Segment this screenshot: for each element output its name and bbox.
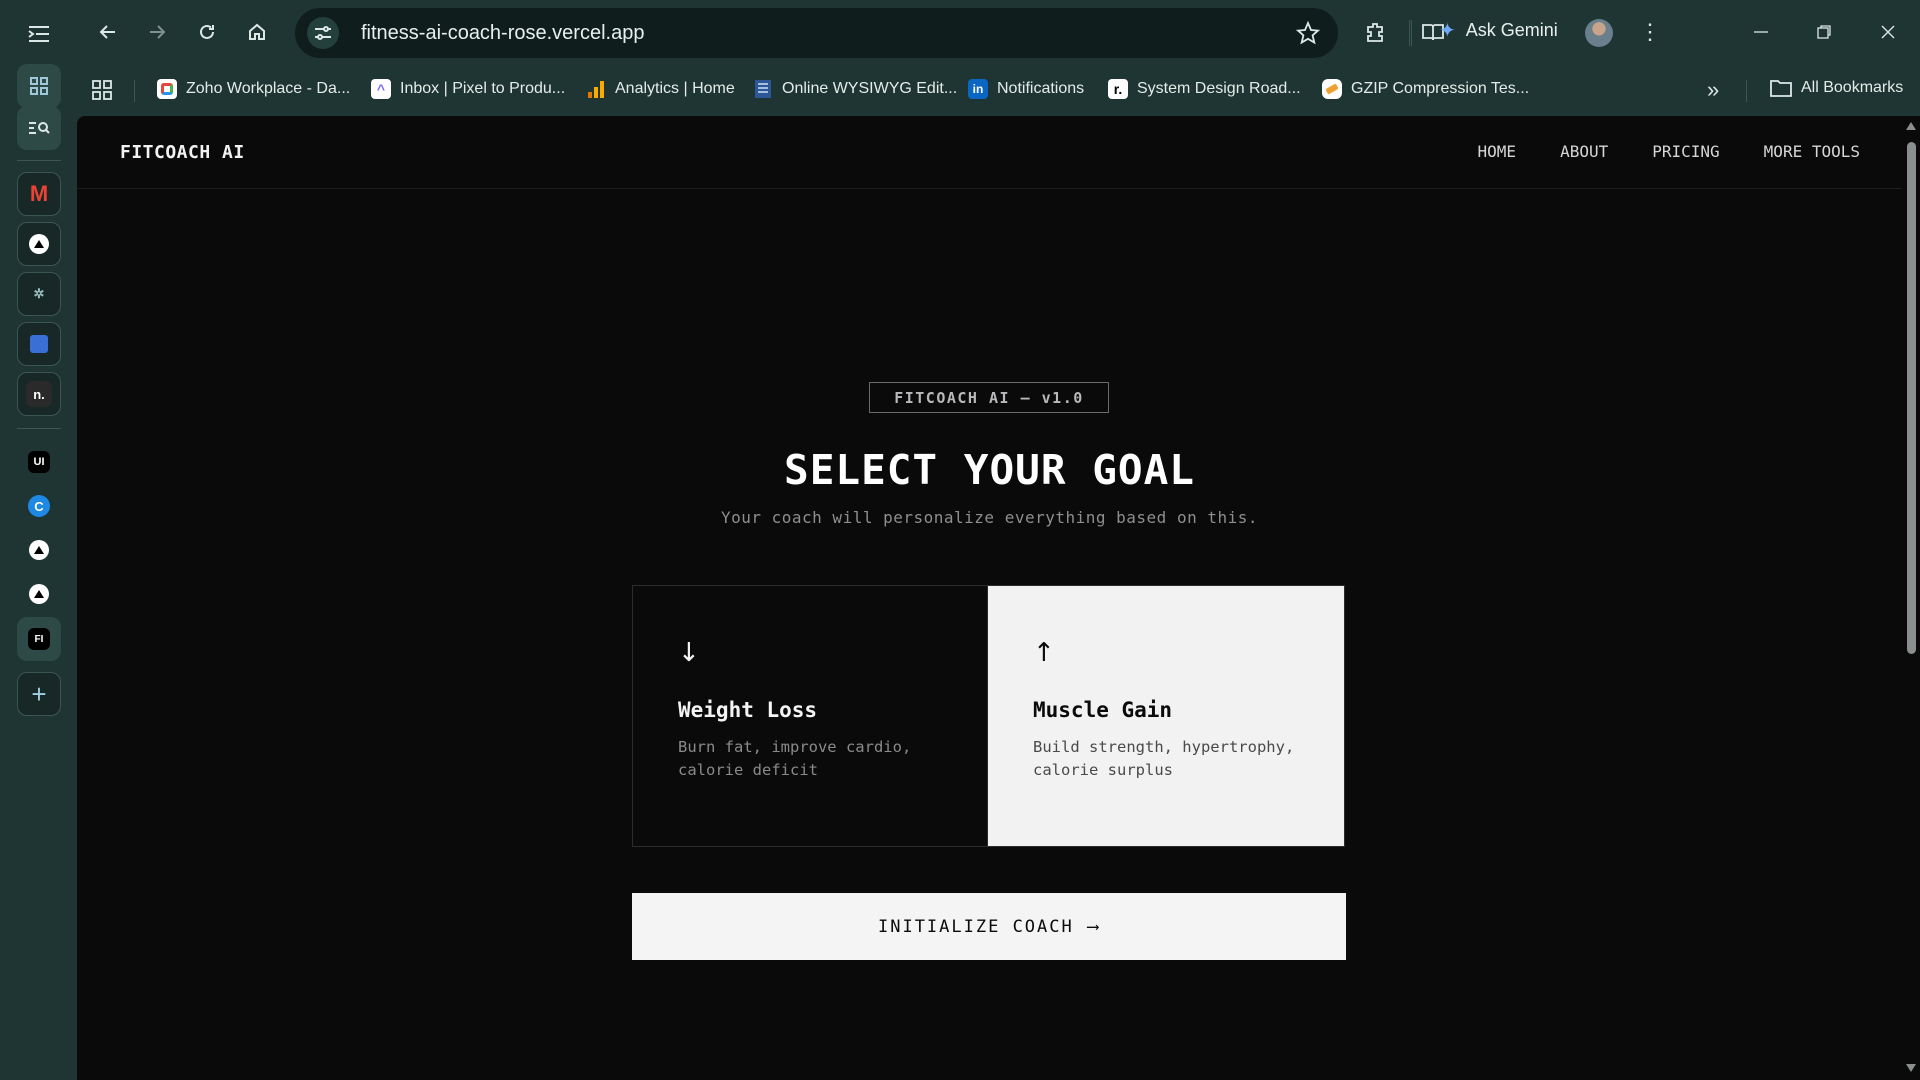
folder-icon	[1770, 80, 1792, 97]
c-circle-icon: C	[28, 495, 50, 517]
nav-more-tools[interactable]: MORE TOOLS	[1764, 142, 1860, 161]
ask-gemini-button[interactable]: ✦ Ask Gemini	[1439, 18, 1558, 43]
triangle-icon	[29, 540, 49, 560]
goal-card-weight-loss[interactable]: ↓ Weight Loss Burn fat, improve cardio, …	[633, 586, 988, 846]
gmail-icon: M	[29, 181, 49, 206]
bookmark-analytics[interactable]: Analytics | Home	[586, 79, 735, 99]
site-info-icon[interactable]	[307, 17, 339, 49]
scroll-up-arrow-icon[interactable]	[1906, 122, 1916, 130]
analytics-icon	[586, 79, 606, 99]
bookmark-label: Analytics | Home	[615, 80, 735, 97]
table-app-tab[interactable]	[17, 322, 61, 366]
triangle-icon	[29, 584, 49, 604]
bookmark-label: Zoho Workplace - Da...	[186, 80, 351, 97]
roadmap-icon: r.	[1108, 79, 1128, 99]
clickup-icon: ^	[371, 79, 391, 99]
extensions-icon[interactable]	[1357, 14, 1393, 50]
back-arrow-icon[interactable]	[90, 14, 126, 50]
site-logo[interactable]: FITCOACH AI	[120, 142, 245, 163]
bookmark-label: Inbox | Pixel to Produ...	[400, 80, 566, 97]
new-tab-button[interactable]: +	[17, 672, 61, 716]
bookmark-system-design[interactable]: r. System Design Road...	[1108, 79, 1301, 99]
bookmarks-bar: Zoho Workplace - Da... ^ Inbox | Pixel t…	[77, 66, 1920, 116]
address-bar[interactable]: fitness-ai-coach-rose.vercel.app	[295, 8, 1338, 58]
site-header: FITCOACH AI HOME ABOUT PRICING MORE TOOL…	[77, 116, 1902, 189]
arrow-up-icon: ↑	[1033, 638, 1055, 668]
page-viewport: FITCOACH AI HOME ABOUT PRICING MORE TOOL…	[77, 116, 1902, 1080]
nav-about[interactable]: ABOUT	[1560, 142, 1608, 161]
gzip-icon	[1322, 79, 1342, 99]
pinwheel-icon: ✲	[33, 286, 45, 301]
gmail-tab[interactable]: M	[17, 172, 61, 216]
all-bookmarks-button[interactable]: All Bookmarks	[1770, 79, 1903, 97]
bookmark-gzip[interactable]: GZIP Compression Tes...	[1322, 79, 1529, 99]
page-scrollbar[interactable]	[1902, 116, 1920, 1080]
scroll-down-arrow-icon[interactable]	[1906, 1064, 1916, 1072]
triangle-icon	[29, 234, 49, 254]
home-icon[interactable]	[239, 14, 275, 50]
cta-label: INITIALIZE COACH	[877, 916, 1074, 937]
apps-grid-icon[interactable]	[91, 79, 113, 106]
page-title: SELECT YOUR GOAL	[784, 446, 1195, 494]
page-subtitle: Your coach will personalize everything b…	[720, 508, 1259, 527]
nav-home[interactable]: HOME	[1478, 142, 1517, 161]
bookmark-label: GZIP Compression Tes...	[1351, 80, 1530, 97]
bookmark-star-icon[interactable]	[1295, 20, 1321, 50]
arrow-right-icon: ⟶	[1087, 916, 1100, 937]
ask-gemini-label: Ask Gemini	[1465, 20, 1558, 40]
ui-icon: UI	[28, 451, 50, 473]
bookmark-label: Notifications	[997, 80, 1085, 97]
goal-description: Burn fat, improve cardio, calorie defici…	[678, 738, 912, 779]
tab-search-icon[interactable]	[17, 106, 61, 150]
arrow-down-icon: ↓	[678, 638, 700, 668]
minimize-icon[interactable]	[1743, 14, 1779, 50]
url-text[interactable]: fitness-ai-coach-rose.vercel.app	[361, 22, 644, 45]
goal-options: ↓ Weight Loss Burn fat, improve cardio, …	[632, 585, 1345, 847]
triangle-app-tab-3[interactable]	[17, 572, 61, 616]
bookmark-label: System Design Road...	[1137, 80, 1301, 97]
notion-tab[interactable]: n.	[17, 372, 61, 416]
all-bookmarks-label: All Bookmarks	[1801, 79, 1904, 96]
n-icon: n.	[26, 381, 52, 407]
pinwheel-app-tab[interactable]: ✲	[17, 272, 61, 316]
bookmark-label: Online WYSIWYG Edit...	[782, 80, 958, 97]
tab-groups-icon[interactable]	[17, 64, 61, 108]
gemini-sparkle-icon: ✦	[1439, 20, 1456, 42]
fi-icon: FI	[28, 628, 50, 650]
reload-icon[interactable]	[189, 14, 225, 50]
restore-icon[interactable]	[1806, 14, 1842, 50]
profile-avatar[interactable]	[1585, 19, 1613, 47]
bookmark-wysiwyg[interactable]: Online WYSIWYG Edit...	[753, 79, 957, 99]
goal-title: Weight Loss	[678, 698, 818, 722]
fitcoach-tab[interactable]: FI	[17, 617, 61, 661]
close-icon[interactable]	[1870, 14, 1906, 50]
nav-pricing[interactable]: PRICING	[1652, 142, 1719, 161]
browser-toolbar: fitness-ai-coach-rose.vercel.app ✦ Ask G…	[77, 0, 1920, 66]
scrollbar-thumb[interactable]	[1907, 142, 1916, 654]
triangle-app-tab[interactable]	[17, 222, 61, 266]
goal-description: Build strength, hypertrophy, calorie sur…	[1033, 738, 1295, 779]
site-nav: HOME ABOUT PRICING MORE TOOLS	[1478, 142, 1860, 161]
linkedin-icon: in	[968, 79, 988, 99]
zoho-icon	[157, 79, 177, 99]
triangle-app-tab-2[interactable]	[17, 528, 61, 572]
collapse-tabs-icon[interactable]	[17, 12, 61, 56]
vertical-tab-strip: M ✲ n. UI C FI +	[0, 0, 77, 1080]
bookmark-notifications[interactable]: in Notifications	[968, 79, 1084, 99]
version-badge: FITCOACH AI — v1.0	[869, 382, 1109, 413]
document-icon	[753, 79, 773, 99]
initialize-coach-button[interactable]: INITIALIZE COACH ⟶	[632, 893, 1346, 960]
goal-title: Muscle Gain	[1033, 698, 1173, 722]
c-app-tab[interactable]: C	[17, 484, 61, 528]
more-menu-icon[interactable]: ⋮	[1632, 14, 1668, 50]
goal-card-muscle-gain[interactable]: ↑ Muscle Gain Build strength, hypertroph…	[988, 586, 1344, 846]
bookmark-inbox[interactable]: ^ Inbox | Pixel to Produ...	[371, 79, 565, 99]
forward-arrow-icon[interactable]	[139, 14, 175, 50]
ui-app-tab[interactable]: UI	[17, 440, 61, 484]
plus-icon: +	[31, 678, 47, 709]
bookmark-zoho[interactable]: Zoho Workplace - Da...	[157, 79, 350, 99]
more-bookmarks-chevron-icon[interactable]: »	[1707, 77, 1719, 103]
table-icon	[30, 335, 48, 353]
